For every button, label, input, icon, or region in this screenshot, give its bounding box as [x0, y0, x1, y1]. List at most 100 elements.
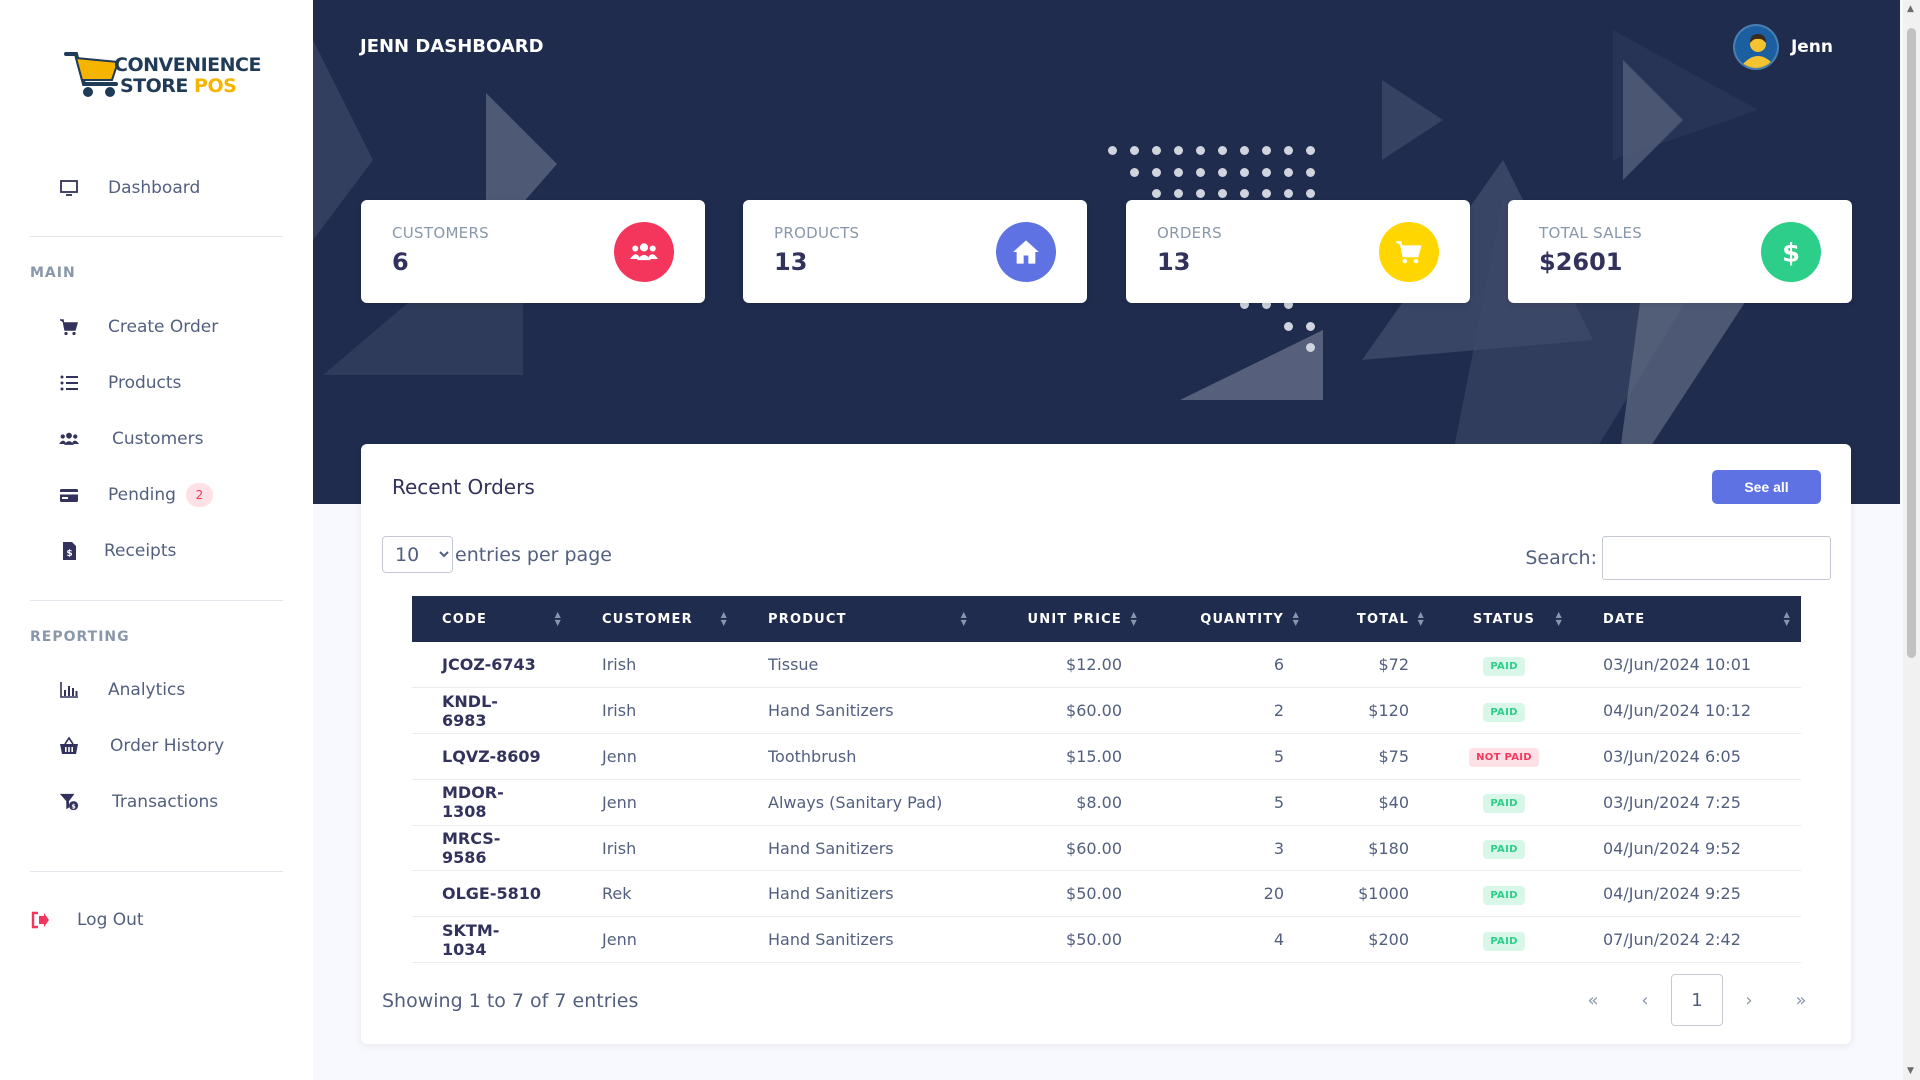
section-label-reporting: REPORTING [30, 629, 130, 645]
order-product: Hand Sanitizers [738, 870, 978, 918]
sidebar-item-products[interactable]: Products [30, 365, 280, 401]
section-label-main: MAIN [30, 265, 76, 281]
order-unit-price: $60.00 [978, 825, 1148, 872]
column-header-status[interactable]: STATUS ▲ ▼ [1435, 596, 1573, 642]
order-date: 03/Jun/2024 10:01 [1573, 642, 1801, 689]
status-badge: NOT PAID [1469, 748, 1539, 768]
orders-table: CODE ▲ ▼ CUSTOMER ▲ ▼ PRODUCT ▲ ▼ UNIT PRICE ▲ ▼… [412, 596, 1801, 964]
column-header-code[interactable]: CODE ▲ ▼ [412, 596, 572, 642]
basket-icon [58, 735, 80, 757]
stat-card-products[interactable]: PRODUCTS 13 [743, 200, 1087, 303]
stat-card-total-sales[interactable]: TOTAL SALES $2601 $ [1508, 200, 1852, 303]
table-row[interactable]: KNDL-6983 Irish Hand Sanitizers $60.00 2 $120… [412, 687, 1801, 735]
column-header-date[interactable]: DATE ▲ ▼ [1573, 596, 1801, 642]
column-header-label: PRODUCT [768, 611, 847, 627]
prev-page-button[interactable]: ‹ [1619, 974, 1671, 1026]
column-header-total[interactable]: TOTAL ▲ ▼ [1310, 596, 1435, 642]
status-badge: PAID [1483, 840, 1525, 860]
order-status: PAID [1435, 779, 1573, 826]
table-row[interactable]: MDOR-1308 Jenn Always (Sanitary Pad) $8.00 5… [412, 779, 1801, 826]
next-page-button[interactable]: › [1723, 974, 1775, 1026]
stat-value: $2601 [1539, 248, 1623, 276]
table-row[interactable]: OLGE-5810 Rek Hand Sanitizers $50.00 20 $1000… [412, 870, 1801, 918]
column-header-label: DATE [1603, 611, 1646, 627]
svg-text:$: $ [71, 803, 75, 810]
order-status: NOT PAID [1435, 733, 1573, 780]
search-label: Search: [1525, 547, 1597, 569]
table-row[interactable]: JCOZ-6743 Irish Tissue $12.00 6 $72 PAID 03/Jun… [412, 642, 1801, 689]
entries-per-page-select[interactable]: 10 [382, 536, 453, 573]
user-menu[interactable]: Jenn [1732, 24, 1833, 70]
stat-value: 13 [1157, 248, 1191, 276]
scroll-up-icon[interactable]: ▲ [1907, 4, 1914, 14]
order-date: 04/Jun/2024 9:52 [1573, 825, 1801, 872]
stat-label: ORDERS [1157, 224, 1223, 242]
order-date: 07/Jun/2024 2:42 [1573, 916, 1801, 964]
status-badge: PAID [1483, 702, 1525, 722]
stat-value: 6 [392, 248, 409, 276]
page-scrollbar[interactable]: ▲ ▼ [1903, 0, 1920, 1080]
logout-link[interactable]: Log Out [0, 902, 250, 938]
order-date: 04/Jun/2024 9:25 [1573, 870, 1801, 918]
see-all-button[interactable]: See all [1712, 470, 1821, 504]
order-total: $72 [1310, 642, 1435, 689]
status-badge: PAID [1483, 931, 1525, 951]
last-page-button[interactable]: » [1775, 974, 1827, 1026]
divider [30, 600, 283, 601]
column-header-quantity[interactable]: QUANTITY ▲ ▼ [1148, 596, 1310, 642]
first-page-button[interactable]: « [1567, 974, 1619, 1026]
order-total: $75 [1310, 733, 1435, 780]
column-header-customer[interactable]: CUSTOMER ▲ ▼ [572, 596, 738, 642]
sidebar-item-label: Order History [110, 736, 225, 756]
order-customer: Irish [572, 642, 738, 689]
stat-card-customers[interactable]: CUSTOMERS 6 [361, 200, 705, 303]
sidebar-item-pending[interactable]: Pending 2 [30, 477, 280, 513]
order-code: LQVZ-8609 [412, 733, 572, 780]
sidebar-item-label: Transactions [112, 792, 219, 812]
column-header-unit-price[interactable]: UNIT PRICE ▲ ▼ [978, 596, 1148, 642]
column-header-label: QUANTITY [1200, 611, 1284, 627]
order-product: Toothbrush [738, 733, 978, 780]
column-header-label: CODE [442, 611, 488, 627]
status-badge: PAID [1483, 794, 1525, 814]
column-header-product[interactable]: PRODUCT ▲ ▼ [738, 596, 978, 642]
order-total: $120 [1310, 687, 1435, 735]
scrollbar-thumb[interactable] [1907, 28, 1916, 658]
page-title: JENN DASHBOARD [360, 36, 544, 57]
table-row[interactable]: MRCS-9586 Irish Hand Sanitizers $60.00 3 $180… [412, 825, 1801, 872]
scroll-down-icon[interactable]: ▼ [1907, 1066, 1914, 1076]
order-quantity: 2 [1148, 687, 1310, 735]
table-row[interactable]: SKTM-1034 Jenn Hand Sanitizers $50.00 4 $200 P… [412, 916, 1801, 964]
table-row[interactable]: LQVZ-8609 Jenn Toothbrush $15.00 5 $75 NOT PAI… [412, 733, 1801, 780]
store-logo[interactable]: CONVENIENCE STORE POS [64, 50, 261, 106]
order-unit-price: $60.00 [978, 687, 1148, 735]
sidebar-item-label: Pending [108, 485, 176, 505]
order-total: $200 [1310, 916, 1435, 964]
sidebar-item-analytics[interactable]: Analytics [30, 672, 280, 708]
order-quantity: 20 [1148, 870, 1310, 918]
svg-text:$: $ [66, 549, 72, 559]
stat-value: 13 [774, 248, 808, 276]
sort-icon: ▲ ▼ [1417, 610, 1425, 627]
search-input[interactable] [1602, 536, 1831, 580]
order-quantity: 5 [1148, 779, 1310, 826]
sidebar-item-create-order[interactable]: Create Order [30, 309, 280, 345]
order-code: MRCS-9586 [412, 825, 572, 872]
sort-icon: ▲ ▼ [720, 610, 728, 627]
column-header-label: TOTAL [1356, 611, 1409, 627]
page-button-current[interactable]: 1 [1671, 974, 1723, 1026]
sort-icon: ▲ ▼ [1783, 610, 1791, 627]
stat-card-orders[interactable]: ORDERS 13 [1126, 200, 1470, 303]
status-badge: PAID [1483, 656, 1525, 676]
divider [30, 236, 283, 237]
sidebar-item-customers[interactable]: Customers [30, 421, 280, 457]
sidebar-item-order-history[interactable]: Order History [30, 728, 280, 764]
sidebar-item-dashboard[interactable]: Dashboard [30, 170, 280, 206]
divider [30, 871, 283, 872]
sidebar-item-transactions[interactable]: $ Transactions [30, 784, 280, 820]
sidebar-item-receipts[interactable]: $ Receipts [30, 533, 280, 569]
order-total: $1000 [1310, 870, 1435, 918]
table-info: Showing 1 to 7 of 7 entries [382, 990, 639, 1012]
order-status: PAID [1435, 916, 1573, 964]
order-customer: Jenn [572, 916, 738, 964]
